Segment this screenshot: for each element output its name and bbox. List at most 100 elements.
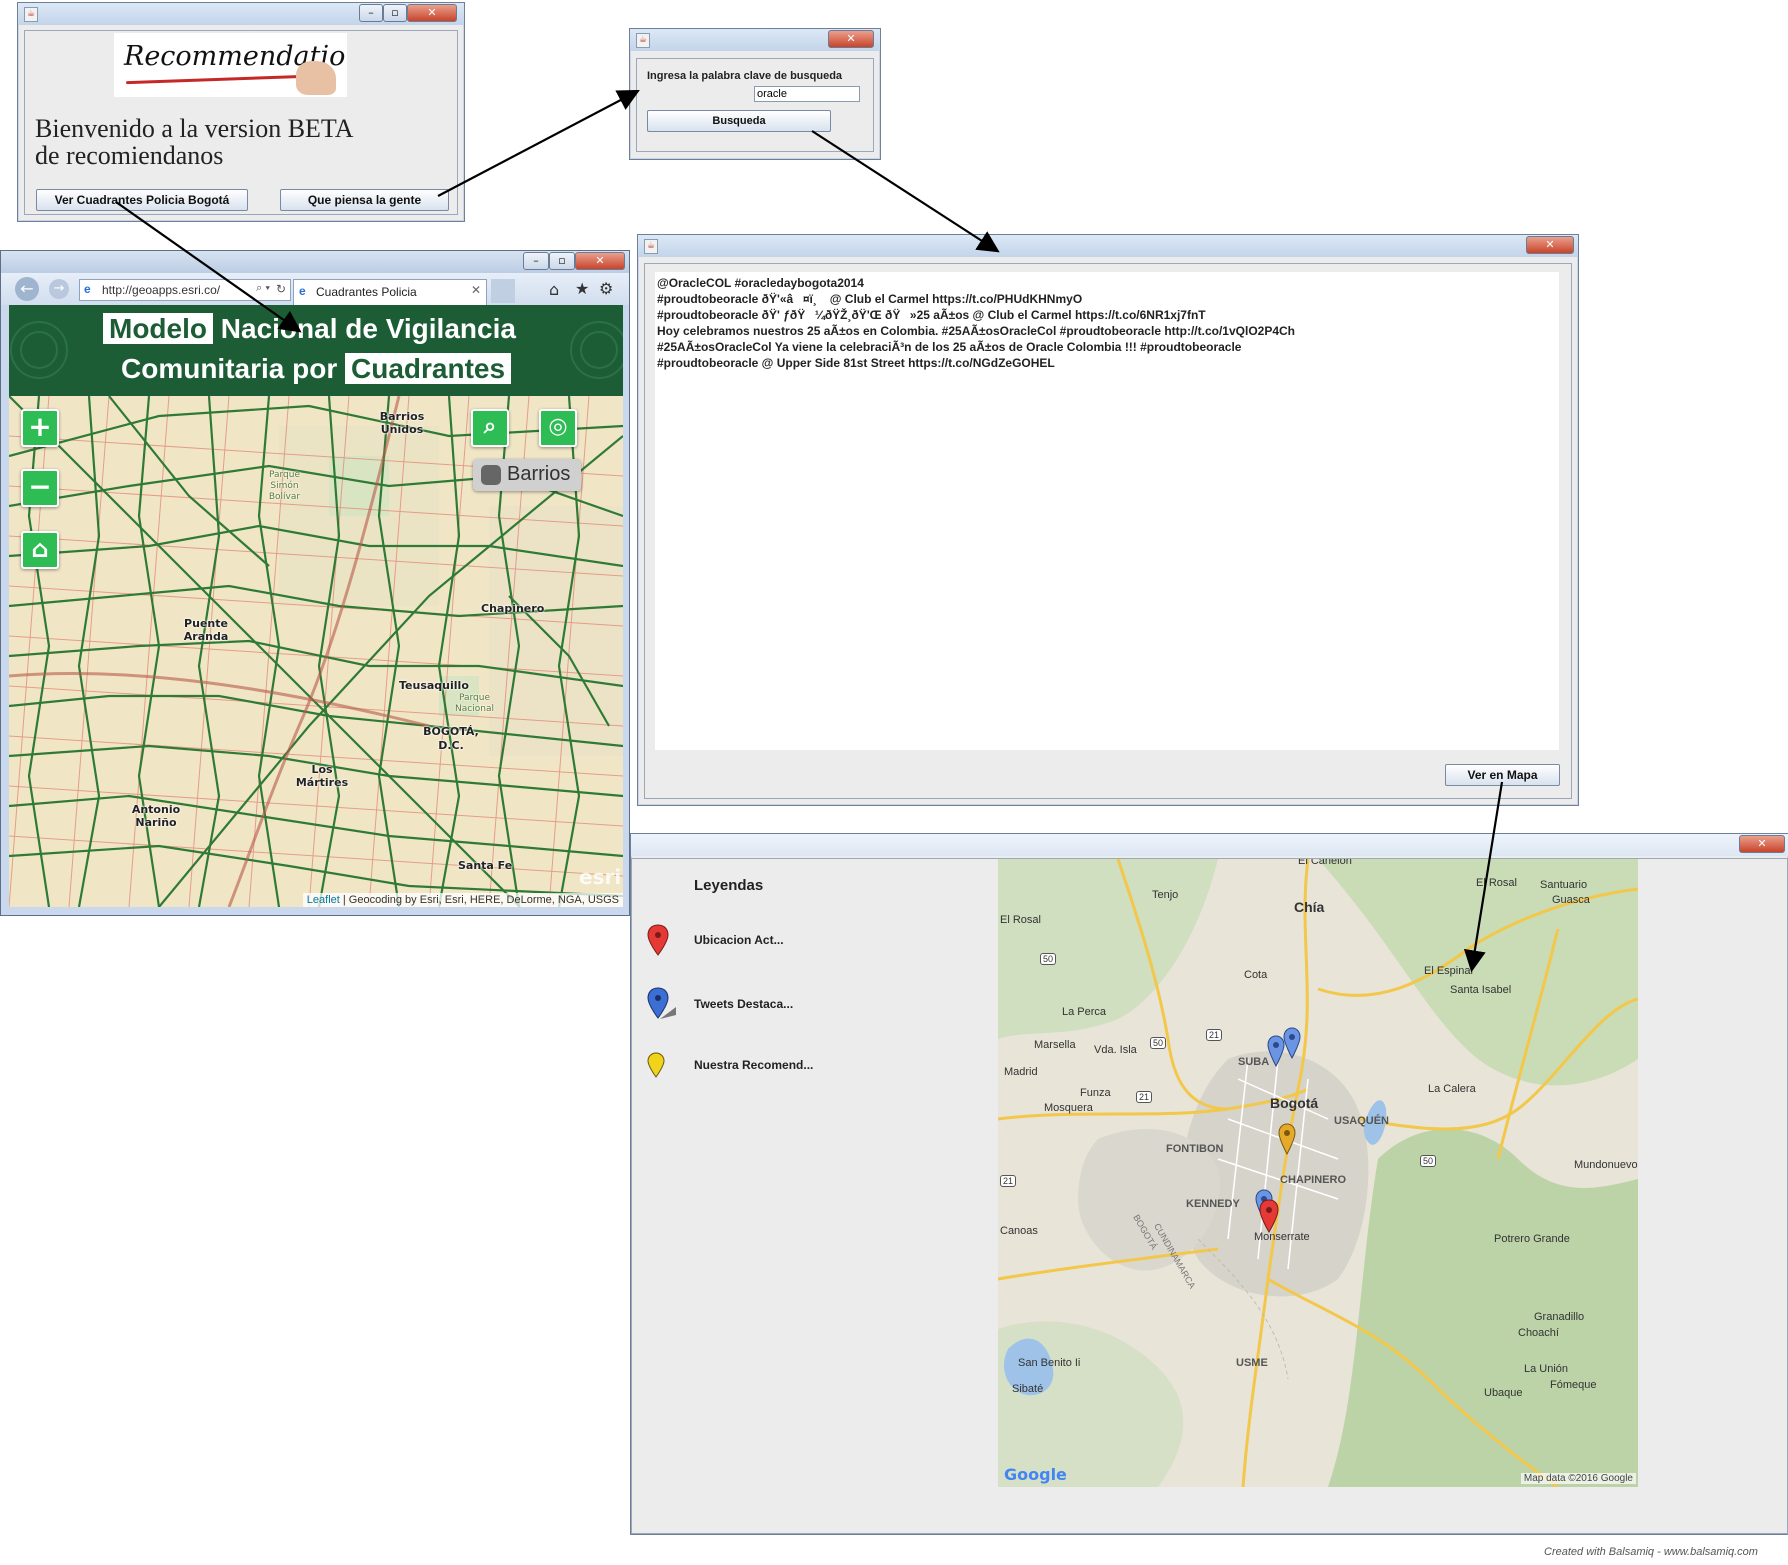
close-button[interactable]: ✕ bbox=[407, 4, 457, 22]
label-antonio-narino: Antonio Nariño bbox=[131, 803, 181, 829]
welcome-panel: Recommendation Bienvenido a la version B… bbox=[24, 30, 458, 215]
welcome-greeting: Bienvenido a la version BETA de recomien… bbox=[35, 114, 354, 170]
settings-gear-icon[interactable]: ⚙ bbox=[599, 279, 613, 298]
address-bar[interactable]: e http://geoapps.esri.co/ ⌕ ▾ ↻ bbox=[79, 279, 291, 301]
recommendation-marker-icon[interactable] bbox=[1277, 1123, 1297, 1155]
map-place-label: El Rosal bbox=[1476, 877, 1517, 889]
tweet-line: Hoy celebramos nuestros 25 aÃ±os en Colo… bbox=[657, 324, 1296, 338]
zoom-out-button[interactable]: − bbox=[21, 469, 59, 507]
browser-titlebar: – ▫ ✕ bbox=[1, 251, 629, 273]
road-shield: 50 bbox=[1040, 953, 1057, 965]
ver-en-mapa-button[interactable]: Ver en Mapa bbox=[1445, 764, 1560, 786]
tweets-titlebar: ☕ ✕ bbox=[638, 235, 1578, 257]
esri-watermark: esri bbox=[579, 865, 622, 889]
map-place-label: Marsella bbox=[1034, 1039, 1076, 1051]
busqueda-button[interactable]: Busqueda bbox=[647, 110, 831, 132]
label-teusaquillo: Teusaquillo bbox=[399, 679, 469, 692]
yellow-pin-icon bbox=[647, 1052, 665, 1078]
map-place-label: Mundonuevo bbox=[1574, 1159, 1638, 1171]
welcome-titlebar: ☕ – ▫ ✕ bbox=[18, 3, 464, 25]
maximize-button[interactable]: ▫ bbox=[549, 252, 575, 270]
back-button[interactable]: ← bbox=[15, 277, 39, 301]
url-text: http://geoapps.esri.co/ bbox=[102, 283, 221, 297]
search-panel: Ingresa la palabra clave de busqueda Bus… bbox=[636, 58, 874, 152]
search-map-button[interactable]: ⌕ bbox=[471, 409, 509, 447]
current-location-marker-icon[interactable] bbox=[1258, 1199, 1280, 1233]
leaflet-link[interactable]: Leaflet bbox=[307, 894, 340, 906]
barrios-toggle[interactable]: Barrios bbox=[473, 459, 581, 491]
minimize-button[interactable]: – bbox=[359, 4, 383, 22]
maximize-button[interactable]: ▫ bbox=[383, 4, 407, 22]
logo-underline bbox=[126, 74, 306, 85]
label-parque-simon: Parque Simón Bolívar bbox=[268, 470, 301, 502]
map-results-window: ✕ Leyendas Ubicacion Act... Tweets Desta… bbox=[630, 833, 1788, 1535]
favorites-star-icon[interactable]: ★ bbox=[575, 279, 589, 298]
google-map[interactable]: El Canelón El Rosal Santuario Guasca Tenjo Ch… bbox=[998, 859, 1638, 1487]
map-place-label: Sibaté bbox=[1012, 1383, 1044, 1395]
logo-hand bbox=[296, 61, 336, 95]
map-place-label: Bogotá bbox=[1270, 1095, 1319, 1111]
close-button[interactable]: ✕ bbox=[828, 30, 874, 48]
map-place-label: Santa Isabel bbox=[1450, 984, 1512, 996]
balsamiq-credit: Created with Balsamiq - www.balsamiq.com bbox=[1544, 1546, 1758, 1558]
minimize-button[interactable]: – bbox=[523, 252, 549, 270]
welcome-window: ☕ – ▫ ✕ Recommendation Bienvenido a la v… bbox=[17, 2, 465, 222]
tab-cuadrantes[interactable]: e Cuadrantes Policia ✕ bbox=[293, 279, 487, 306]
map-place-label: El Espinal bbox=[1424, 965, 1473, 977]
label-parque-nacional: Parque Nacional bbox=[455, 693, 494, 714]
map-place-label: KENNEDY bbox=[1186, 1198, 1240, 1210]
label-barrios-unidos: Barrios Unidos bbox=[379, 410, 425, 436]
map-place-label: Guasca bbox=[1552, 894, 1590, 906]
browser-toolbar: ← → e http://geoapps.esri.co/ ⌕ ▾ ↻ e Cu… bbox=[1, 273, 629, 306]
map-place-label: Santuario bbox=[1540, 879, 1588, 891]
ver-cuadrantes-button[interactable]: Ver Cuadrantes Policia Bogotá bbox=[36, 189, 248, 211]
close-button[interactable]: ✕ bbox=[1739, 835, 1785, 853]
banner-line2: Comunitaria por Cuadrantes bbox=[121, 353, 512, 385]
home-icon[interactable]: ⌂ bbox=[549, 280, 559, 299]
map-place-label: Vda. Isla bbox=[1094, 1044, 1137, 1056]
home-extent-button[interactable]: ⌂ bbox=[21, 531, 59, 569]
tweets-panel: @OracleCOL #oracledaybogota2014 #proudtob… bbox=[644, 263, 1572, 799]
map-place-label: Mosquera bbox=[1044, 1102, 1093, 1114]
zoom-in-button[interactable]: + bbox=[21, 409, 59, 447]
legend-title: Leyendas bbox=[694, 877, 764, 894]
java-app-icon: ☕ bbox=[24, 7, 38, 22]
search-window: ☕ ✕ Ingresa la palabra clave de busqueda… bbox=[629, 28, 881, 160]
tweet-line: #proudtobeoracle ðŸ' ƒðŸ¼ðŸŽ¸ðŸ'Œ ðŸ»2… bbox=[657, 308, 1206, 322]
road-shield: 21 bbox=[1000, 1175, 1017, 1187]
forward-button[interactable]: → bbox=[49, 279, 69, 299]
new-tab-button[interactable] bbox=[491, 279, 515, 303]
map-attribution: Leaflet | Geocoding by Esri, Esri, HERE,… bbox=[302, 893, 623, 907]
red-pin-icon bbox=[647, 924, 669, 956]
map-place-label: Funza bbox=[1080, 1087, 1111, 1099]
road-shield: 21 bbox=[1206, 1029, 1223, 1041]
map-place-label: El Canelón bbox=[1298, 859, 1352, 867]
map-place-label: La Calera bbox=[1428, 1083, 1476, 1095]
map-place-label: CHAPINERO bbox=[1280, 1174, 1347, 1186]
ie-icon: e bbox=[84, 282, 91, 296]
tweets-text-area[interactable]: @OracleCOL #oracledaybogota2014 #proudtob… bbox=[655, 272, 1559, 750]
locate-button[interactable]: ◎ bbox=[539, 409, 577, 447]
recommendation-logo: Recommendation bbox=[114, 33, 347, 97]
close-button[interactable]: ✕ bbox=[575, 252, 625, 270]
browser-window: – ▫ ✕ ← → e http://geoapps.esri.co/ ⌕ ▾ … bbox=[0, 250, 630, 916]
toggle-knob-icon bbox=[481, 465, 501, 485]
search-dropdown-icon[interactable]: ⌕ ▾ bbox=[256, 282, 270, 295]
search-input[interactable] bbox=[754, 86, 860, 102]
map-place-label: La Unión bbox=[1524, 1363, 1569, 1375]
label-puente-aranda: Puente Aranda bbox=[183, 617, 229, 643]
tab-close-icon[interactable]: ✕ bbox=[471, 283, 481, 297]
que-piensa-button[interactable]: Que piensa la gente bbox=[280, 189, 449, 211]
map-results-titlebar: ✕ bbox=[631, 834, 1788, 856]
tweet-line: #proudtobeoracle @ Upper Side 81st Stree… bbox=[657, 356, 1055, 370]
map-place-label: FONTIBON bbox=[1166, 1143, 1224, 1155]
tweet-marker-icon[interactable] bbox=[1282, 1027, 1302, 1059]
blue-pin-icon bbox=[647, 987, 676, 1019]
map-place-label: La Perca bbox=[1062, 1006, 1107, 1018]
map-page: Modelo Nacional de Vigilancia Comunitari… bbox=[9, 305, 623, 907]
close-button[interactable]: ✕ bbox=[1526, 236, 1574, 254]
tweet-line: #proudtobeoracle ðŸ'«â¤ï¸ @ Club el Ca… bbox=[657, 292, 1083, 306]
google-logo: Google bbox=[1004, 1465, 1067, 1484]
map-place-label: Chía bbox=[1294, 899, 1325, 915]
refresh-icon[interactable]: ↻ bbox=[276, 282, 286, 296]
